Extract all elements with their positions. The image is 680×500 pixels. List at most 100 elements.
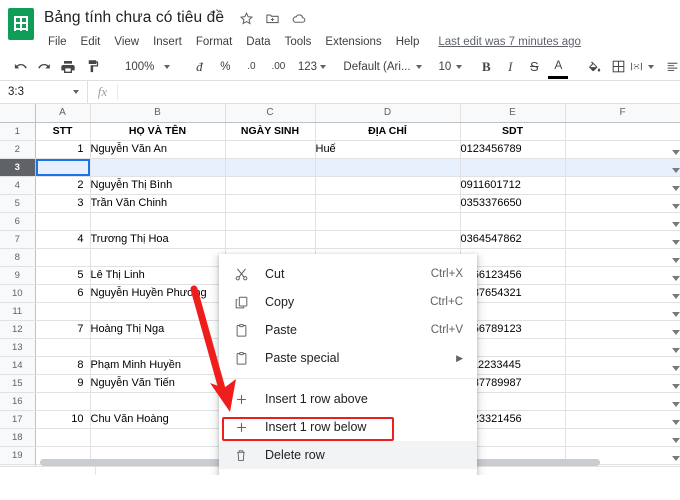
context-menu-item-insert-1-row-above[interactable]: Insert 1 row above (219, 385, 477, 413)
cell-F18[interactable] (565, 428, 680, 447)
text-color-button[interactable]: A (546, 55, 570, 79)
cell-F3[interactable] (565, 158, 680, 177)
cell-F12[interactable] (565, 320, 680, 339)
cell-A11[interactable] (35, 302, 91, 321)
cell-F6[interactable] (565, 212, 680, 231)
column-header-d[interactable]: D (315, 104, 461, 123)
cell-D1[interactable]: ĐỊA CHỈ (315, 122, 461, 141)
filter-dropdown-icon[interactable] (671, 239, 679, 245)
cell-C4[interactable] (225, 176, 316, 195)
decrease-decimal-button[interactable]: .0 (238, 55, 264, 79)
select-all-corner[interactable] (0, 104, 36, 123)
column-header-e[interactable]: E (460, 104, 566, 123)
cell-A18[interactable] (35, 428, 91, 447)
cell-B1[interactable]: HỌ VÀ TÊN (90, 122, 226, 141)
context-menu-item-insert-1-row-below[interactable]: Insert 1 row below (219, 413, 477, 441)
cell-F1[interactable] (565, 122, 680, 141)
cell-F5[interactable] (565, 194, 680, 213)
row-header-8[interactable]: 8 (0, 248, 36, 267)
cell-C6[interactable] (225, 212, 316, 231)
cell-B13[interactable] (90, 338, 226, 357)
cell-A1[interactable]: STT (35, 122, 91, 141)
row-header-13[interactable]: 13 (0, 338, 36, 357)
page-title[interactable]: Bảng tính chưa có tiêu đề (42, 9, 226, 27)
cell-B16[interactable] (90, 392, 226, 411)
cell-A8[interactable] (35, 248, 91, 267)
context-menu-item-clear-row[interactable]: Clear row (219, 469, 477, 475)
row-header-5[interactable]: 5 (0, 194, 36, 213)
column-header-a[interactable]: A (35, 104, 91, 123)
cell-C2[interactable] (225, 140, 316, 159)
cell-A10[interactable]: 6 (35, 284, 91, 303)
cell-D4[interactable] (315, 176, 461, 195)
cell-B8[interactable] (90, 248, 226, 267)
cell-B2[interactable]: Nguyễn Văn An (90, 140, 226, 159)
menu-data[interactable]: Data (239, 34, 277, 50)
row-header-7[interactable]: 7 (0, 230, 36, 249)
cloud-saved-icon[interactable] (291, 11, 306, 26)
star-icon[interactable] (239, 11, 254, 26)
paint-format-icon[interactable] (80, 55, 104, 79)
cell-E6[interactable] (460, 212, 566, 231)
row-header-11[interactable]: 11 (0, 302, 36, 321)
row-header-12[interactable]: 12 (0, 320, 36, 339)
row-context-menu[interactable]: Cut Ctrl+X Copy Ctrl+C Paste Ctrl+V Paste spec… (219, 254, 477, 475)
filter-dropdown-icon[interactable] (671, 149, 679, 155)
cell-E7[interactable]: 0364547862 (460, 230, 566, 249)
cell-E1[interactable]: SDT (460, 122, 566, 141)
filter-dropdown-icon[interactable] (671, 329, 679, 335)
font-size-selector[interactable]: 10 (434, 61, 463, 73)
cell-F15[interactable] (565, 374, 680, 393)
cell-A17[interactable]: 10 (35, 410, 91, 429)
cell-F11[interactable] (565, 302, 680, 321)
cell-E2[interactable]: 0123456789 (460, 140, 566, 159)
name-box[interactable]: 3:3 (0, 80, 88, 104)
cell-C3[interactable] (225, 158, 316, 177)
row-header-16[interactable]: 16 (0, 392, 36, 411)
context-menu-item-delete-row[interactable]: Delete row (219, 441, 477, 469)
cell-C5[interactable] (225, 194, 316, 213)
cell-D3[interactable] (315, 158, 461, 177)
menu-view[interactable]: View (107, 34, 146, 50)
filter-dropdown-icon[interactable] (671, 167, 679, 173)
filter-dropdown-icon[interactable] (671, 437, 679, 443)
row-header-1[interactable]: 1 (0, 122, 36, 141)
filter-dropdown-icon[interactable] (671, 257, 679, 263)
cell-D2[interactable]: Huế (315, 140, 461, 159)
cell-F17[interactable] (565, 410, 680, 429)
cell-D5[interactable] (315, 194, 461, 213)
zoom-selector[interactable]: 100% (116, 61, 174, 73)
cell-A9[interactable]: 5 (35, 266, 91, 285)
filter-dropdown-icon[interactable] (671, 275, 679, 281)
filter-dropdown-icon[interactable] (671, 383, 679, 389)
row-header-14[interactable]: 14 (0, 356, 36, 375)
menu-edit[interactable]: Edit (74, 34, 108, 50)
bold-button[interactable]: B (474, 55, 498, 79)
row-header-9[interactable]: 9 (0, 266, 36, 285)
filter-dropdown-icon[interactable] (671, 401, 679, 407)
move-to-folder-icon[interactable] (265, 11, 280, 26)
cell-A2[interactable]: 1 (35, 140, 91, 159)
context-menu-item-paste-special[interactable]: Paste special ▶ (219, 344, 477, 372)
menu-tools[interactable]: Tools (278, 34, 319, 50)
cell-A16[interactable] (35, 392, 91, 411)
row-header-17[interactable]: 17 (0, 410, 36, 429)
column-header-c[interactable]: C (225, 104, 316, 123)
cell-F8[interactable] (565, 248, 680, 267)
undo-icon[interactable] (8, 55, 32, 79)
increase-decimal-button[interactable]: .00 (264, 55, 292, 79)
cell-B12[interactable]: Hoàng Thị Nga (90, 320, 226, 339)
row-header-18[interactable]: 18 (0, 428, 36, 447)
filter-dropdown-icon[interactable] (671, 293, 679, 299)
filter-dropdown-icon[interactable] (671, 347, 679, 353)
context-menu-item-paste[interactable]: Paste Ctrl+V (219, 316, 477, 344)
cell-E3[interactable] (460, 158, 566, 177)
cell-A15[interactable]: 9 (35, 374, 91, 393)
merge-cells-icon[interactable] (630, 55, 655, 79)
cell-C1[interactable]: NGÀY SINH (225, 122, 316, 141)
cell-A13[interactable] (35, 338, 91, 357)
align-icon[interactable] (666, 55, 680, 79)
redo-icon[interactable] (32, 55, 56, 79)
cell-F4[interactable] (565, 176, 680, 195)
cell-A7[interactable]: 4 (35, 230, 91, 249)
